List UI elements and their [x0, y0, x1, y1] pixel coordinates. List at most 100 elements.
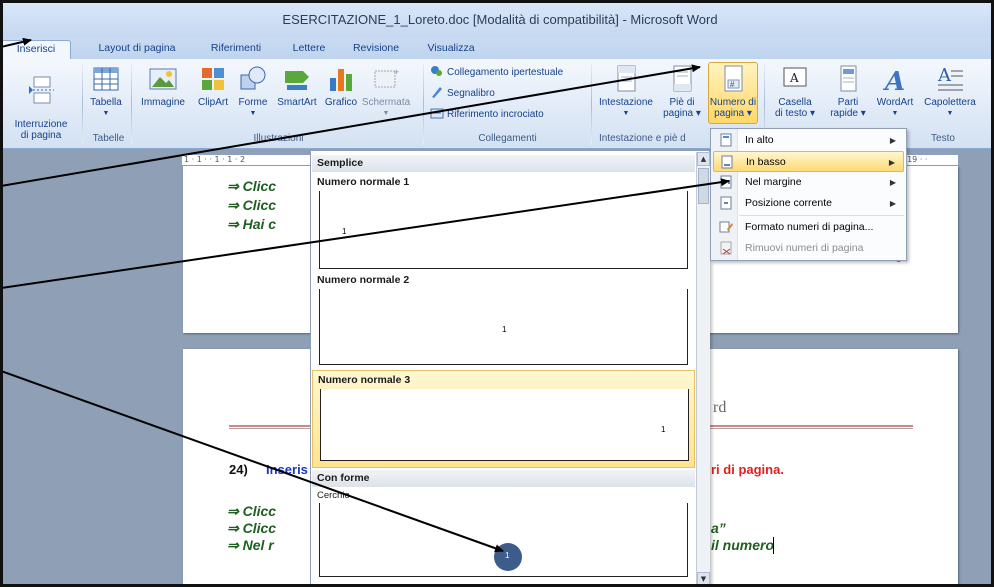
bookmark-icon — [432, 87, 442, 98]
screenshot-icon: + — [374, 67, 399, 88]
menu-item-label: Rimuovi numeri di pagina — [745, 242, 864, 254]
title-bar: ESERCITAZIONE_1_Loreto.doc [Modalità di … — [3, 3, 991, 37]
page-top-icon — [720, 133, 732, 147]
separator — [131, 63, 132, 145]
group-label-testo: Testo — [931, 133, 955, 144]
menu-item-label: In basso — [746, 156, 786, 168]
gallery-item-numero-normale-3[interactable]: Numero normale 3 1 — [312, 370, 695, 468]
page-number-sample: 1 — [342, 227, 347, 236]
parti-label-2: rapide ▾ — [830, 108, 866, 119]
footer-icon — [673, 65, 692, 92]
gallery-preview: 1 — [319, 191, 688, 269]
gallery-item-label: Numero normale 3 — [318, 374, 411, 386]
gallery-preview: 1 — [319, 289, 688, 365]
intestazione-label: Intestazione — [599, 97, 653, 108]
grafico-button[interactable]: Grafico — [321, 63, 361, 108]
smartart-button[interactable]: SmartArt — [273, 63, 321, 108]
menu-item-in-basso[interactable]: In basso ▶ — [713, 151, 904, 172]
svg-text:A: A — [937, 65, 952, 86]
segnalibro-button[interactable]: Segnalibro — [430, 85, 495, 101]
gallery-preview: 1 — [320, 389, 689, 461]
numero-di-pagina-button[interactable]: # Numero di pagina ▾ — [708, 62, 758, 124]
menu-item-label: Formato numeri di pagina... — [745, 221, 874, 233]
scroll-thumb[interactable] — [698, 168, 709, 204]
collegamento-label: Collegamento ipertestuale — [447, 67, 564, 78]
group-label-intestazione: Intestazione e piè d — [599, 133, 686, 144]
page2-line-2: ⇒ Clicc — [227, 520, 277, 536]
casella-label-1: Casella — [778, 97, 812, 108]
scroll-up-icon[interactable]: ▲ — [697, 152, 710, 166]
submenu-arrow-icon: ▶ — [888, 158, 895, 167]
page-break-icon — [29, 76, 54, 104]
menu-item-nel-margine[interactable]: Nel margine ▶ — [713, 172, 904, 193]
menu-item-posizione-corrente[interactable]: Posizione corrente ▶ — [713, 193, 904, 214]
remove-numbers-icon — [720, 241, 732, 255]
clipart-button[interactable]: ClipArt — [193, 63, 233, 108]
separator — [82, 63, 83, 145]
tab-riferimenti[interactable]: Riferimenti — [201, 40, 271, 59]
scroll-down-icon[interactable]: ▼ — [697, 572, 710, 584]
ribbon-tab-row: Inserisci Layout di pagina Riferimenti L… — [3, 37, 991, 59]
wordart-button[interactable]: A WordArt ▼ — [871, 63, 919, 119]
numero-label-2: pagina ▾ — [714, 108, 752, 119]
gallery-section-con-forme: Con forme — [312, 470, 695, 487]
capolettera-button[interactable]: A Capolettera ▼ — [919, 63, 981, 119]
group-label-tabelle: Tabelle — [92, 133, 125, 144]
menu-item-in-alto[interactable]: In alto ▶ — [713, 130, 904, 151]
chevron-down-icon: ▼ — [622, 110, 630, 117]
page1-line-3: ⇒ Hai c — [227, 216, 277, 232]
shapes-icon — [240, 66, 266, 90]
casella-di-testo-button[interactable]: A Casella di testo ▾ — [765, 63, 825, 119]
tab-revisione[interactable]: Revisione — [346, 40, 406, 59]
tab-layout-di-pagina[interactable]: Layout di pagina — [91, 40, 183, 59]
intestazione-button[interactable]: Intestazione ▼ — [595, 63, 657, 119]
menu-item-rimuovi-numeri[interactable]: Rimuovi numeri di pagina — [713, 238, 904, 259]
riferimento-incrociato-button[interactable]: Riferimento incrociato — [430, 106, 544, 122]
pie-di-pagina-button[interactable]: Piè di pagina ▾ — [659, 63, 705, 119]
page-number-sample: 1 — [661, 425, 666, 434]
gallery-item-cerchio[interactable]: Cerchio 1 — [312, 487, 695, 584]
submenu-arrow-icon: ▶ — [889, 178, 896, 187]
smartart-icon — [285, 71, 309, 90]
immagine-label: Immagine — [141, 97, 185, 108]
forme-label: Forme — [238, 97, 268, 108]
tab-lettere[interactable]: Lettere — [285, 40, 333, 59]
gallery-scrollbar[interactable]: ▲ ▼ — [696, 152, 710, 584]
gallery-item-numero-normale-1[interactable]: Numero normale 1 1 — [312, 173, 695, 271]
gallery-item-label: Cerchio — [317, 490, 350, 501]
gallery-section-semplice: Semplice — [312, 155, 695, 172]
chart-icon — [330, 69, 352, 91]
menu-item-label: Posizione corrente — [745, 197, 832, 209]
text-cursor — [773, 537, 774, 554]
gallery-item-label: Numero normale 1 — [317, 176, 410, 188]
submenu-arrow-icon: ▶ — [889, 199, 896, 208]
menu-item-label: Nel margine — [745, 176, 802, 188]
header-icon — [617, 65, 636, 92]
immagine-button[interactable]: Immagine — [136, 63, 190, 108]
quick-parts-icon — [840, 65, 857, 92]
tabella-button[interactable]: Tabella ▼ — [86, 63, 126, 119]
gallery-item-numero-normale-2[interactable]: Numero normale 2 1 — [312, 271, 695, 368]
forme-button[interactable]: Forme ▼ — [235, 63, 271, 119]
clipart-icon — [202, 68, 224, 90]
tab-visualizza[interactable]: Visualizza — [423, 40, 479, 59]
parti-rapide-button[interactable]: Parti rapide ▾ — [826, 63, 870, 119]
wordart-label: WordArt — [876, 97, 914, 108]
page-number-icon: # — [724, 65, 743, 92]
svg-text:A: A — [882, 67, 905, 95]
riferimento-label: Riferimento incrociato — [447, 109, 544, 120]
chevron-down-icon: ▼ — [102, 110, 110, 117]
schermata-button[interactable]: + Schermata ▼ — [361, 63, 411, 119]
text-box-icon: A — [783, 67, 807, 87]
menu-item-formato-numeri[interactable]: Formato numeri di pagina... — [713, 217, 904, 238]
menu-item-label: In alto — [745, 134, 774, 146]
collegamento-ipertestuale-button[interactable]: Collegamento ipertestuale — [430, 64, 563, 80]
chevron-down-icon: ▼ — [891, 110, 899, 117]
interruzione-di-pagina-button[interactable]: Interruzione di pagina — [3, 63, 79, 141]
svg-text:#: # — [730, 80, 735, 89]
hyperlink-icon — [431, 66, 442, 76]
group-label-collegamenti: Collegamenti — [478, 133, 537, 144]
pie-label-1: Piè di — [669, 97, 695, 108]
page-number-gallery[interactable]: Semplice Numero normale 1 1 Numero norma… — [310, 150, 710, 584]
tab-inserisci[interactable]: Inserisci — [3, 40, 71, 59]
